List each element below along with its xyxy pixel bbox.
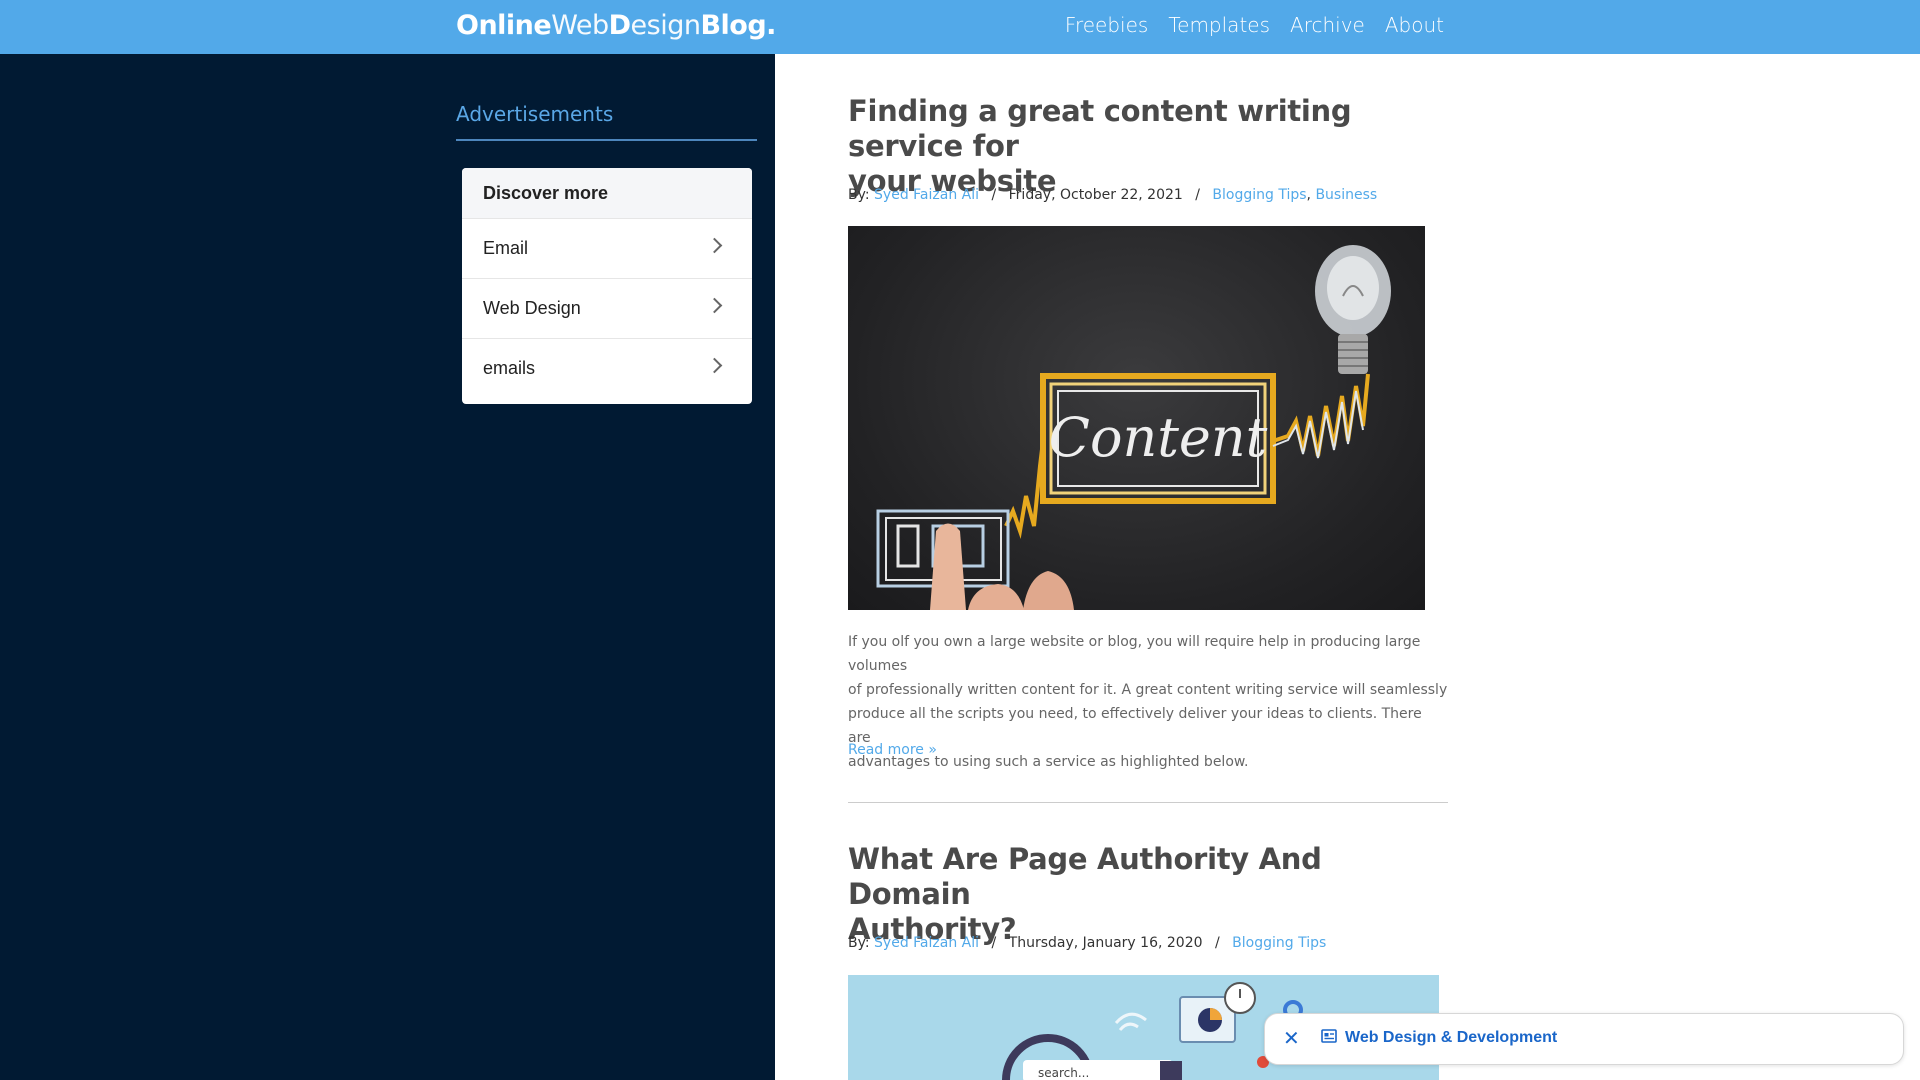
post-1-meta: By: Syed Faizan Ali / Friday, October 22… bbox=[848, 187, 1378, 203]
logo-part-d: D bbox=[608, 10, 631, 41]
nav-freebies[interactable]: Freebies bbox=[1065, 13, 1148, 37]
read-more-link[interactable]: Read more » bbox=[848, 742, 937, 758]
by-label: By: bbox=[848, 935, 870, 951]
content-chalkboard-illustration: Content bbox=[876, 245, 1391, 610]
chalk-word: Content bbox=[1049, 406, 1268, 469]
topic-chip[interactable]: ✕ Web Design & Development bbox=[1264, 1013, 1904, 1065]
discover-item-emails[interactable]: emails bbox=[462, 338, 752, 398]
post-divider bbox=[848, 802, 1448, 803]
sidebar-title: Advertisements bbox=[456, 102, 614, 126]
post-2-title-wrap: What Are Page Authority And Domain Autho… bbox=[848, 842, 1448, 947]
post-1-excerpt: If you olf you own a large website or bl… bbox=[848, 630, 1448, 774]
logo-part-esign: esign bbox=[630, 10, 701, 41]
post-2-title[interactable]: What Are Page Authority And Domain Autho… bbox=[848, 842, 1448, 947]
lightbulb-icon bbox=[1315, 245, 1391, 374]
post-1-title-wrap: Finding a great content writing service … bbox=[848, 94, 1448, 199]
excerpt-line: If you olf you own a large website or bl… bbox=[848, 634, 1421, 674]
sidebar-title-underline bbox=[456, 139, 757, 141]
post-2-meta: By: Syed Faizan Ali / Thursday, January … bbox=[848, 935, 1326, 951]
close-icon[interactable]: ✕ bbox=[1283, 1026, 1300, 1051]
category-link[interactable]: Blogging Tips bbox=[1212, 187, 1306, 203]
discover-more-panel: Discover more Email Web Design emails bbox=[462, 168, 752, 404]
category-link[interactable]: Blogging Tips bbox=[1232, 935, 1326, 951]
chevron-right-icon bbox=[706, 237, 723, 254]
search-box-text: search... bbox=[1038, 1066, 1089, 1080]
site-logo[interactable]: OnlineWebDesignBlog. bbox=[456, 10, 776, 41]
meta-separator: / bbox=[991, 935, 997, 951]
chevron-right-icon bbox=[706, 297, 723, 314]
excerpt-line: of professionally written content for it… bbox=[848, 682, 1448, 698]
author-link[interactable]: Syed Faizan Ali bbox=[874, 187, 979, 203]
discover-item-label: Web Design bbox=[483, 298, 581, 318]
discover-item-email[interactable]: Email bbox=[462, 218, 752, 278]
chevron-right-icon bbox=[706, 357, 723, 374]
title-line: What Are Page Authority And Domain bbox=[848, 842, 1322, 911]
post-1-title[interactable]: Finding a great content writing service … bbox=[848, 94, 1448, 199]
top-navbar: OnlineWebDesignBlog. Freebies Templates … bbox=[0, 0, 1920, 54]
logo-part-online: Online bbox=[456, 10, 552, 41]
title-line: Finding a great content writing service … bbox=[848, 94, 1352, 163]
discover-item-label: emails bbox=[483, 358, 536, 378]
meta-separator: / bbox=[1195, 187, 1200, 203]
nav-templates[interactable]: Templates bbox=[1168, 13, 1270, 37]
post-date: Thursday, January 16, 2020 bbox=[1008, 935, 1203, 951]
chip-label: Web Design & Development bbox=[1345, 1029, 1558, 1046]
nav-about[interactable]: About bbox=[1385, 13, 1444, 37]
meta-separator: / bbox=[1214, 935, 1220, 951]
post-date: Friday, October 22, 2021 bbox=[1008, 187, 1183, 203]
article-icon bbox=[1321, 1029, 1337, 1043]
excerpt-line: produce all the scripts you need, to eff… bbox=[848, 706, 1422, 746]
post-1-excerpt-wrap: If you olf you own a large website or bl… bbox=[848, 630, 1448, 774]
nav-archive[interactable]: Archive bbox=[1290, 13, 1365, 37]
post-1-image[interactable]: Content bbox=[848, 226, 1425, 610]
discover-item-label: Email bbox=[483, 238, 529, 258]
main-nav: Freebies Templates Archive About bbox=[1065, 13, 1444, 37]
meta-separator: / bbox=[991, 187, 997, 203]
logo-part-web: Web bbox=[551, 10, 609, 41]
discover-heading: Discover more bbox=[462, 168, 752, 218]
discover-item-web-design[interactable]: Web Design bbox=[462, 278, 752, 338]
category-link[interactable]: Business bbox=[1315, 187, 1377, 203]
by-label: By: bbox=[848, 187, 870, 203]
author-link[interactable]: Syed Faizan Ali bbox=[874, 935, 979, 951]
logo-part-blog: Blog. bbox=[700, 10, 776, 41]
